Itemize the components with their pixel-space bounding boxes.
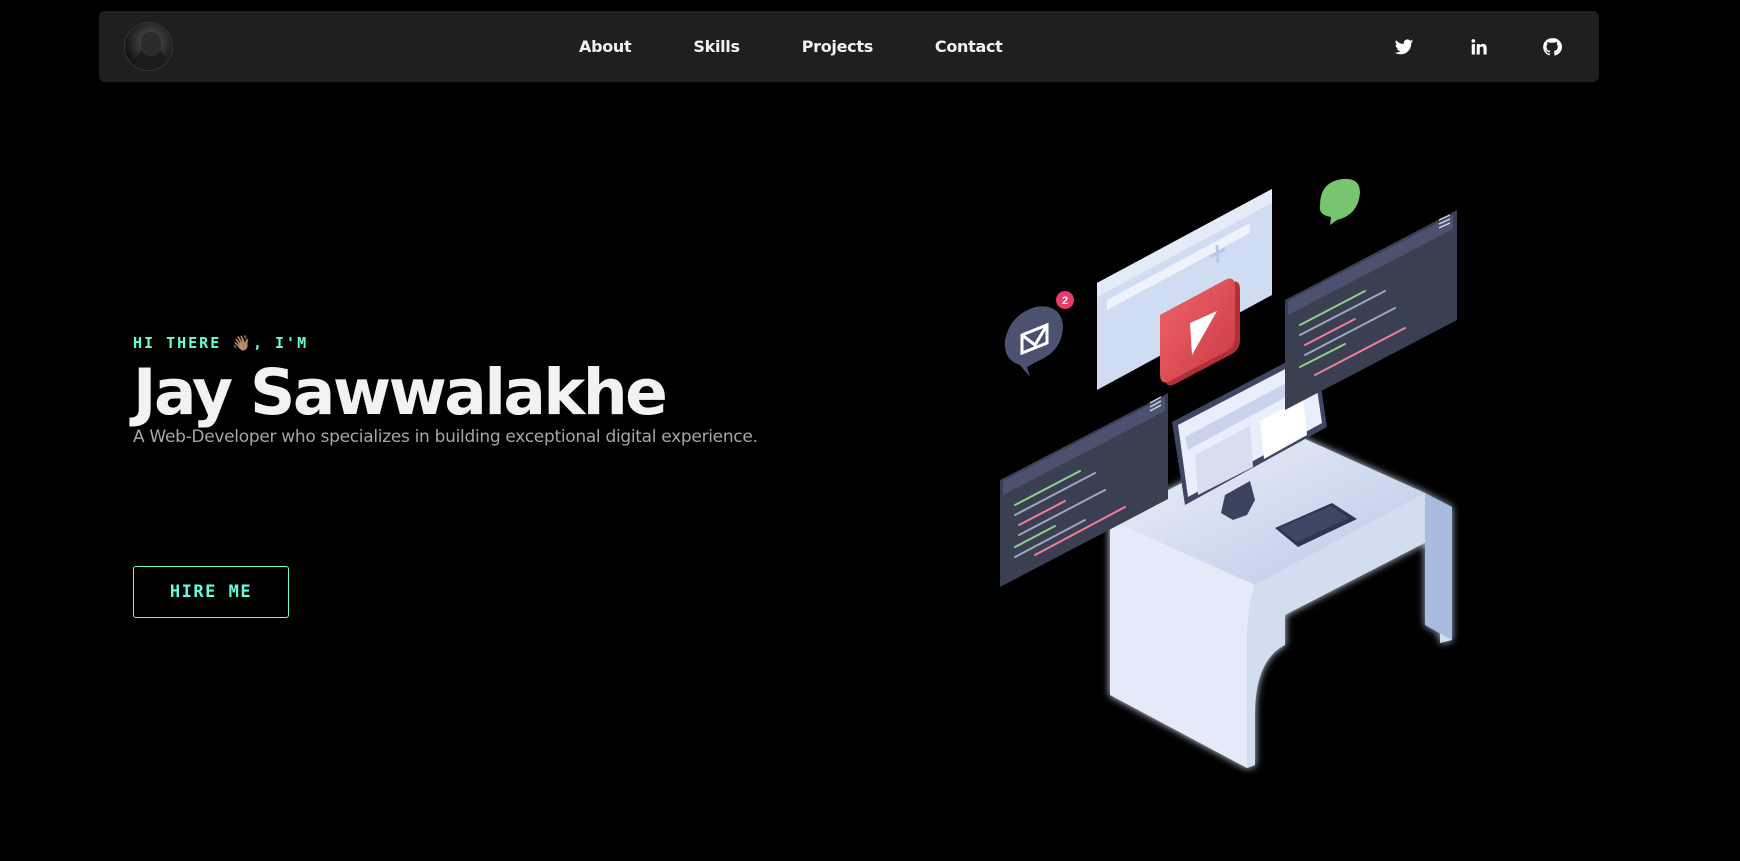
hero-illustration: 2 [985, 175, 1485, 775]
linkedin-icon[interactable] [1467, 36, 1489, 58]
twitter-icon[interactable] [1393, 36, 1415, 58]
right-code-panel [1285, 210, 1457, 410]
nav-link-contact[interactable]: Contact [935, 37, 1003, 56]
hire-me-button[interactable]: HIRE ME [133, 566, 289, 618]
social-links [1393, 11, 1563, 82]
hero-greeting: HI THERE 👋🏽, I'M [133, 334, 309, 352]
navbar: About Skills Projects Contact [99, 11, 1599, 82]
github-icon[interactable] [1541, 36, 1563, 58]
nav-links: About Skills Projects Contact [579, 11, 1003, 82]
avatar[interactable] [124, 22, 173, 71]
hero-name: Jay Sawwalakhe [133, 356, 668, 429]
nav-link-skills[interactable]: Skills [693, 37, 740, 56]
hero: HI THERE 👋🏽, I'M Jay Sawwalakhe A Web-De… [133, 330, 913, 618]
hero-subtitle: A Web-Developer who specializes in build… [133, 427, 758, 447]
mail-notification-icon: 2 [1004, 291, 1074, 377]
nav-link-about[interactable]: About [579, 37, 632, 56]
isometric-workspace-illustration: 2 [1000, 178, 1457, 768]
chat-bubble-icon [1319, 178, 1360, 225]
notification-badge-count: 2 [1062, 295, 1068, 307]
nav-link-projects[interactable]: Projects [802, 37, 874, 56]
